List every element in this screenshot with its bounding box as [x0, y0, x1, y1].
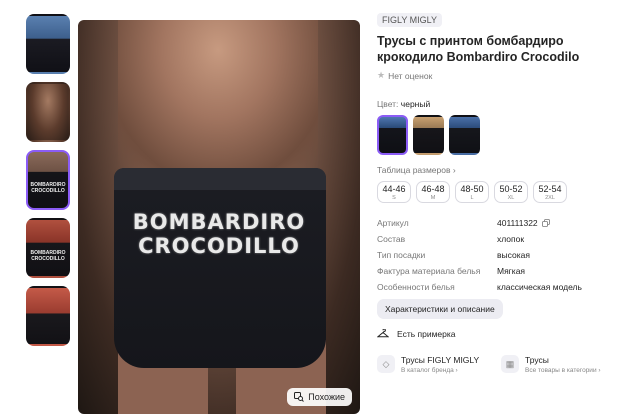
model-torso [118, 20, 318, 170]
spec-value: хлопок [497, 234, 525, 244]
color-swatch-1[interactable] [377, 115, 408, 155]
star-icon: ★ [377, 70, 386, 80]
hanger-icon [377, 329, 389, 338]
underwear [114, 168, 326, 368]
thumbnail-4[interactable]: BOMBARDIRO CROCODILLO [26, 218, 70, 278]
brand-link-subtitle-text: В каталог бренда [401, 367, 454, 374]
thumbnail-list: BOMBARDIRO CROCODILLO BOMBARDIRO CROCODI… [26, 14, 74, 354]
spec-key: Особенности белья [377, 282, 455, 292]
brand-badge[interactable]: FIGLY MIGLY [377, 13, 443, 27]
similar-button[interactable]: Похожие [287, 388, 352, 406]
rating[interactable]: ★ Нет оценок [377, 70, 617, 81]
copy-icon[interactable] [541, 219, 550, 227]
spec-key: Фактура материала белья [377, 266, 481, 276]
brand-link-title: Трусы FIGLY MIGLY [401, 355, 480, 365]
product-title: Трусы с принтом бомбардиро крокодило Bom… [377, 34, 580, 64]
size-intl: L [470, 195, 474, 201]
characteristics-button[interactable]: Характеристики и описание [377, 299, 503, 319]
similar-label: Похожие [308, 392, 345, 402]
color-swatch-2[interactable] [413, 115, 444, 155]
size-options: 44-46 S 46-48 M 48-50 L 50-52 XL 52-54 2XL [377, 181, 617, 203]
rating-text: Нет оценок [388, 70, 433, 81]
spec-key: Артикул [377, 218, 409, 228]
spec-key: Тип посадки [377, 250, 426, 260]
size-table-label: Таблица размеров [377, 165, 451, 175]
size-intl: XL [507, 195, 515, 201]
spec-value: 401111322 [497, 215, 550, 231]
size-option[interactable]: 44-46 S [377, 181, 411, 203]
size-ru: 50-52 [499, 184, 523, 194]
spec-list: Артикул 401111322 Состав хлопок Тип посадк… [377, 215, 617, 295]
spec-row: Артикул 401111322 [377, 215, 617, 231]
size-intl: M [430, 195, 436, 201]
thumbnail-5[interactable] [26, 286, 70, 346]
article-number: 401111322 [497, 218, 538, 228]
underwear-print: BOMBARDIRO CROCODILLO [78, 210, 360, 258]
size-ru: 46-48 [421, 184, 445, 194]
spec-row: Фактура материала белья Мягкая [377, 263, 617, 279]
main-product-image[interactable]: BOMBARDIRO CROCODILLO Похожие [78, 20, 360, 414]
size-option[interactable]: 52-54 2XL [533, 181, 567, 203]
spec-value: классическая модель [497, 282, 582, 292]
thumbnail-1[interactable] [26, 14, 70, 74]
category-icon: ▦ [501, 355, 519, 373]
size-intl: 2XL [545, 195, 555, 201]
thumbnail-4-print: BOMBARDIRO CROCODILLO [30, 250, 66, 262]
color-label: Цвет: черный [377, 99, 617, 109]
spec-row: Особенности белья классическая модель [377, 279, 617, 295]
category-link[interactable]: ▦ Трусы Все товары в категории › [501, 355, 615, 375]
waistband [114, 168, 326, 190]
catalog-links: ◇ Трусы FIGLY MIGLY В каталог бренда › ▦… [377, 355, 617, 375]
similar-search-icon [294, 392, 305, 402]
size-ru: 48-50 [460, 184, 484, 194]
print-line-2: CROCODILLO [138, 234, 300, 258]
brand-catalog-link[interactable]: ◇ Трусы FIGLY MIGLY В каталог бренда › [377, 355, 491, 375]
chevron-right-icon: › [452, 165, 456, 175]
thumbnail-3[interactable]: BOMBARDIRO CROCODILLO [26, 150, 70, 210]
spec-key: Состав [377, 234, 406, 244]
color-swatches [377, 115, 617, 155]
fitting-info: Есть примерка [377, 329, 617, 339]
category-link-subtitle-text: Все товары в категории [525, 367, 597, 374]
product-info: FIGLY MIGLY Трусы с принтом бомбардиро к… [377, 10, 617, 375]
tag-icon: ◇ [377, 355, 395, 373]
size-option[interactable]: 50-52 XL [494, 181, 528, 203]
size-ru: 44-46 [382, 184, 406, 194]
spec-value: Мягкая [497, 266, 526, 276]
brand-link-subtitle: В каталог бренда › [401, 367, 458, 374]
spec-row: Тип посадки высокая [377, 247, 617, 263]
thumbnail-3-print: BOMBARDIRO CROCODILLO [30, 182, 66, 194]
thumbnail-2[interactable] [26, 82, 70, 142]
size-intl: S [392, 195, 396, 201]
category-link-title: Трусы [525, 355, 549, 365]
category-link-subtitle: Все товары в категории › [525, 367, 601, 374]
size-ru: 52-54 [538, 184, 562, 194]
print-line-1: BOMBARDIRO [132, 210, 306, 234]
color-value: черный [400, 99, 431, 109]
size-option[interactable]: 48-50 L [455, 181, 489, 203]
fitting-label: Есть примерка [397, 329, 456, 339]
size-option[interactable]: 46-48 M [416, 181, 450, 203]
color-label-key: Цвет: [377, 99, 399, 109]
spec-row: Состав хлопок [377, 231, 617, 247]
size-table-link[interactable]: Таблица размеров › [377, 165, 617, 175]
color-swatch-3[interactable] [449, 115, 480, 155]
spec-value: высокая [497, 250, 530, 260]
